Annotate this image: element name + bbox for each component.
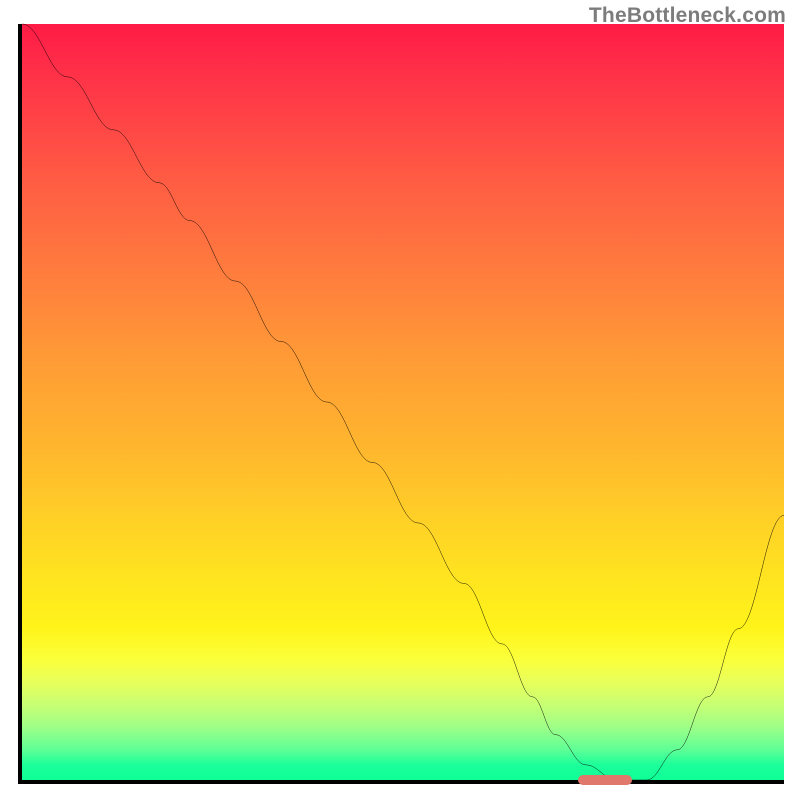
plot-area [18, 24, 784, 784]
optimal-range-marker [578, 775, 631, 785]
bottleneck-curve [22, 24, 784, 780]
chart-stage: TheBottleneck.com [0, 0, 800, 800]
